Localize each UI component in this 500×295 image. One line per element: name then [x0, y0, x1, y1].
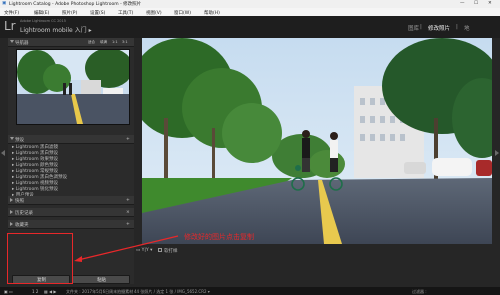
mobile-link[interactable]: Lightroom mobile 入门 ▸ [20, 25, 92, 34]
module-map[interactable]: 地 [464, 24, 470, 32]
filmstrip-bar: ▣ ▭ 1 2 ▦ ◀ ▶ 文件夹 : 2017年5月6日周末拍摄素材 44 张… [0, 287, 500, 295]
navigator-title: 导航器 [15, 40, 29, 46]
lr-logo: Lr [4, 19, 16, 33]
main-photo [130, 38, 500, 244]
menu-photo[interactable]: 照片(P) [62, 10, 77, 16]
nav-1to1[interactable]: 1:1 [112, 40, 118, 44]
expand-triangle-icon [10, 198, 13, 202]
annotation-text: 修改好的图片点击复制 [184, 233, 254, 241]
snapshots-header[interactable]: 快照 + [8, 196, 134, 205]
window-title: Lightroom Catalog - Adobe Photoshop Ligh… [9, 2, 142, 7]
navigator-thumbnail-image [17, 50, 129, 124]
menu-file[interactable]: 文件(F) [4, 10, 19, 16]
source-path[interactable]: 文件夹 : 2017年5月6日周末拍摄素材 [66, 289, 133, 295]
menu-tools[interactable]: 工具(T) [118, 10, 133, 16]
collapse-triangle-icon [10, 40, 14, 43]
history-title: 历史记录 [15, 210, 33, 216]
nav-3to1[interactable]: 3:1 [122, 40, 128, 44]
minimize-button[interactable]: — [460, 1, 465, 6]
history-header[interactable]: 历史记录 × [8, 208, 134, 217]
menu-edit[interactable]: 编辑(E) [34, 10, 49, 16]
collections-title: 收藏夹 [15, 222, 29, 228]
paste-button-label: 粘贴 [97, 278, 106, 283]
navigator-preview[interactable] [16, 49, 130, 125]
view-mode-selector[interactable]: ▭ Y|Y ▾ [136, 248, 152, 253]
menu-help[interactable]: 帮助(H) [204, 10, 220, 16]
maximize-button[interactable]: ☐ [474, 1, 478, 6]
photo-count[interactable]: 44 张照片 / 选定 1 张 / IMG_5652.CR2 ▾ [134, 289, 210, 295]
snapshots-title: 快照 [15, 198, 24, 204]
identity-plate: Lr Adobe Lightroom CC 2015 Lightroom mob… [0, 16, 500, 38]
navigator-header[interactable]: 导航器 适合 填满 1:1 3:1 [8, 38, 134, 47]
toolbar: ▭ Y|Y ▾ 软打样 [136, 246, 492, 254]
copy-highlight-box [7, 233, 73, 284]
close-button[interactable]: ✕ [488, 1, 492, 6]
right-panel-toggle-icon[interactable] [495, 150, 499, 156]
page-numbers[interactable]: 1 2 [32, 289, 38, 294]
presets-title: 预设 [15, 137, 24, 143]
secondary-display-icon[interactable]: ▣ ▭ [4, 289, 13, 294]
app-icon: ▣ [2, 1, 7, 6]
presets-header[interactable]: 预设 + [8, 135, 134, 144]
paste-button[interactable]: 粘贴 [72, 275, 130, 284]
left-panel-toggle-icon[interactable] [1, 150, 5, 156]
module-library[interactable]: 图库 [408, 24, 419, 32]
collapse-triangle-icon [10, 137, 14, 140]
add-preset-icon[interactable]: + [126, 137, 130, 142]
menu-settings[interactable]: 设置(S) [90, 10, 105, 16]
nav-fill[interactable]: 填满 [100, 40, 107, 45]
nav-fit[interactable]: 适合 [88, 40, 95, 45]
grid-view-icon[interactable]: ▦ ◀ ▶ [44, 289, 56, 294]
filter-label: 过滤器 : [412, 288, 427, 294]
add-snapshot-icon[interactable]: + [126, 198, 130, 203]
version-label: Adobe Lightroom CC 2015 [20, 19, 66, 23]
clear-history-icon[interactable]: × [126, 210, 130, 215]
soft-proof-label: 软打样 [164, 249, 178, 254]
expand-triangle-icon [10, 222, 13, 226]
module-develop[interactable]: 修改照片 [428, 24, 450, 32]
photo-canvas[interactable] [130, 38, 500, 244]
menu-view[interactable]: 视图(V) [146, 10, 162, 16]
soft-proof-checkbox[interactable] [158, 248, 162, 252]
menu-window[interactable]: 窗口(W) [174, 10, 191, 16]
expand-triangle-icon [10, 210, 13, 214]
